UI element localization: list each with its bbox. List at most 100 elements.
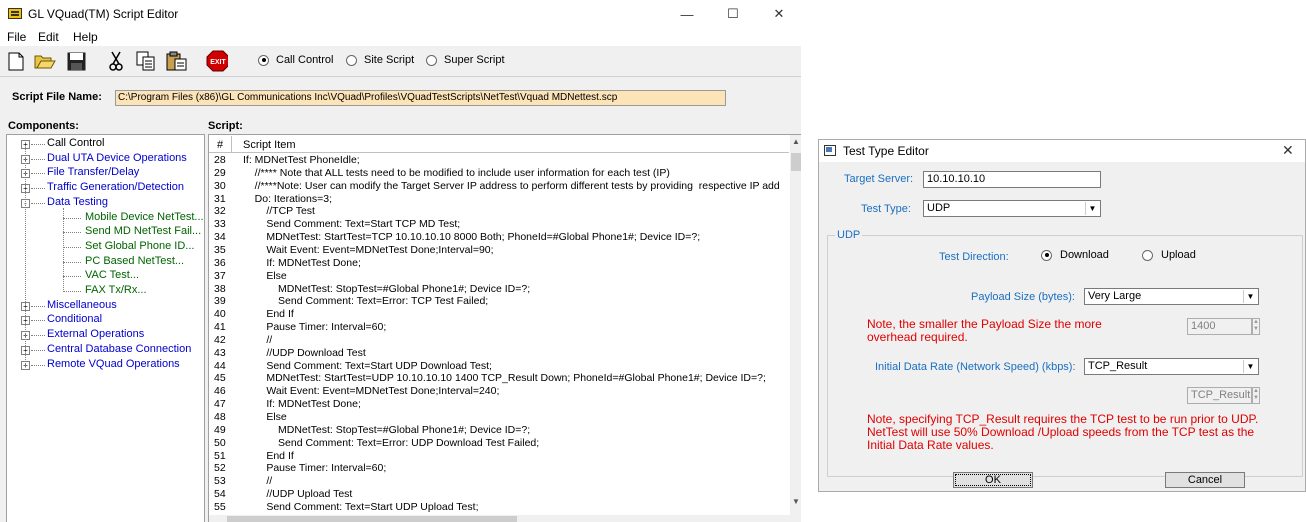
script-row[interactable]: 32 //TCP Test [209, 205, 789, 218]
script-row[interactable]: 28 If: MDNetTest PhoneIdle; [209, 154, 789, 167]
script-row[interactable]: 40 End If [209, 308, 789, 321]
menu-edit[interactable]: Edit [38, 30, 59, 44]
script-row-text: MDNetTest: StopTest=#Global Phone1#; Dev… [243, 423, 531, 436]
script-row-number: 50 [214, 436, 226, 449]
direction-upload[interactable]: Upload [1142, 249, 1196, 261]
script-row[interactable]: 36 If: MDNetTest Done; [209, 257, 789, 270]
hscroll-thumb[interactable] [227, 516, 517, 522]
script-row[interactable]: 51 End If [209, 450, 789, 463]
radio-icon[interactable] [1142, 249, 1153, 261]
script-row[interactable]: 52 Pause Timer: Interval=60; [209, 462, 789, 475]
script-list[interactable]: # Script Item 28 If: MDNetTest PhoneIdle;… [208, 134, 801, 522]
script-row[interactable]: 41 Pause Timer: Interval=60; [209, 321, 789, 334]
script-row[interactable]: 34 MDNetTest: StartTest=TCP 10.10.10.10 … [209, 231, 789, 244]
script-row[interactable]: 38 MDNetTest: StopTest=#Global Phone1#; … [209, 283, 789, 296]
script-row-text: //TCP Test [243, 205, 315, 218]
script-row-text: Wait Event: Event=MDNetTest Done;Interva… [243, 243, 494, 256]
ok-button[interactable]: OK [953, 472, 1033, 488]
script-row-number: 48 [214, 411, 226, 423]
tree-item-label: Central Database Connection [47, 342, 192, 355]
script-row-number: 32 [214, 205, 226, 218]
app-icon [8, 8, 22, 19]
cut-scissors-icon[interactable] [105, 50, 127, 72]
title-bar: GL VQuad(TM) Script Editor — ☐ ✕ [0, 0, 801, 28]
components-tree[interactable]: + Call Control + Dual UTA Device Operations… [6, 134, 205, 522]
script-row-number: 40 [214, 308, 226, 321]
script-row[interactable]: 42 // [209, 334, 789, 347]
script-row-text: MDNetTest: StopTest=#Global Phone1#; Dev… [243, 282, 531, 295]
script-row[interactable]: 37 Else [209, 270, 789, 283]
script-row[interactable]: 44 Send Comment: Text=Start UDP Download… [209, 360, 789, 373]
radio-icon[interactable] [258, 54, 269, 66]
scroll-up-icon[interactable]: ▲ [791, 137, 801, 146]
script-row[interactable]: 49 MDNetTest: StopTest=#Global Phone1#; … [209, 424, 789, 437]
payload-size-value: Very Large [1088, 290, 1142, 302]
script-row-text: Else [243, 269, 287, 282]
script-row[interactable]: 45 MDNetTest: StartTest=UDP 10.10.10.10 … [209, 372, 789, 385]
test-type-select[interactable]: UDP ▼ [923, 200, 1101, 217]
mode-super-script[interactable]: Super Script [426, 54, 505, 66]
minimize-button[interactable]: — [664, 0, 710, 28]
script-row[interactable]: 54 //UDP Upload Test [209, 488, 789, 501]
script-label: Script: [208, 120, 243, 132]
script-row[interactable]: 30 //****Note: User can modify the Targe… [209, 180, 789, 193]
initial-data-rate-select[interactable]: TCP_Result ▼ [1084, 358, 1259, 375]
script-row-text: If: MDNetTest Done; [243, 398, 361, 411]
chevron-down-icon[interactable]: ▼ [1085, 202, 1099, 215]
script-row-number: 49 [214, 423, 226, 436]
script-row[interactable]: 55 Send Comment: Text=Start UDP Upload T… [209, 501, 789, 514]
direction-download[interactable]: Download [1041, 249, 1109, 261]
mode-label: Super Script [444, 54, 505, 66]
script-row[interactable]: 46 Wait Event: Event=MDNetTest Done;Inte… [209, 385, 789, 398]
scroll-thumb[interactable] [791, 153, 801, 171]
script-row[interactable]: 43 //UDP Download Test [209, 347, 789, 360]
mode-call-control[interactable]: Call Control [258, 54, 333, 66]
paste-icon[interactable] [166, 50, 188, 72]
open-folder-icon[interactable] [34, 50, 56, 72]
script-file-name-field[interactable]: C:\Program Files (x86)\GL Communications… [115, 90, 726, 106]
script-row[interactable]: 48 Else [209, 411, 789, 424]
tree-item-label: File Transfer/Delay [47, 166, 140, 179]
script-row-number: 46 [214, 385, 226, 398]
script-file-name-label: Script File Name: [12, 91, 102, 103]
cancel-button[interactable]: Cancel [1165, 472, 1245, 488]
chevron-down-icon[interactable]: ▼ [1243, 290, 1257, 303]
script-row[interactable]: 53 // [209, 475, 789, 488]
dialog-title-bar: Test Type Editor ✕ [819, 140, 1305, 162]
script-row-text: Send Comment: Text=Start UDP Download Te… [243, 359, 492, 372]
scroll-down-icon[interactable]: ▼ [791, 497, 801, 506]
save-disk-icon[interactable] [65, 50, 87, 72]
script-row-number: 44 [214, 359, 226, 372]
exit-button[interactable]: EXIT [206, 50, 228, 72]
payload-size-select[interactable]: Very Large ▼ [1084, 288, 1259, 305]
spinner-arrows-icon: ▲ ▼ [1252, 318, 1260, 335]
column-header-script-item: Script Item [243, 139, 296, 151]
copy-icon[interactable] [135, 50, 157, 72]
script-row[interactable]: 33 Send Comment: Text=Start TCP MD Test; [209, 218, 789, 231]
script-row[interactable]: 35 Wait Event: Event=MDNetTest Done;Inte… [209, 244, 789, 257]
close-button[interactable]: ✕ [756, 0, 801, 28]
script-row[interactable]: 31 Do: Iterations=3; [209, 193, 789, 206]
script-row-text: Pause Timer: Interval=60; [243, 321, 387, 334]
radio-icon[interactable] [426, 54, 437, 66]
script-row[interactable]: 47 If: MDNetTest Done; [209, 398, 789, 411]
test-type-editor-dialog: Test Type Editor ✕ Target Server: 10.10.… [818, 139, 1306, 492]
horizontal-scrollbar[interactable] [209, 515, 801, 522]
new-file-icon[interactable] [5, 50, 27, 72]
maximize-button[interactable]: ☐ [710, 0, 756, 28]
target-server-input[interactable]: 10.10.10.10 [923, 171, 1101, 188]
script-row[interactable]: 39 Send Comment: Text=Error: TCP Test Fa… [209, 295, 789, 308]
mode-site-script[interactable]: Site Script [346, 54, 414, 66]
menu-file[interactable]: File [7, 30, 26, 44]
dialog-close-icon[interactable]: ✕ [1282, 142, 1294, 159]
script-row[interactable]: 50 Send Comment: Text=Error: UDP Downloa… [209, 437, 789, 450]
menu-help[interactable]: Help [73, 30, 98, 44]
radio-icon[interactable] [1041, 249, 1052, 261]
vertical-scrollbar[interactable]: ▲ ▼ [790, 135, 801, 522]
script-row-text: //****Note: User can modify the Target S… [243, 179, 780, 192]
radio-icon[interactable] [346, 54, 357, 66]
script-row-text: If: MDNetTest PhoneIdle; [243, 154, 360, 166]
tree-item-label: Send MD NetTest Fail... [85, 225, 202, 238]
chevron-down-icon[interactable]: ▼ [1243, 360, 1257, 373]
script-row[interactable]: 29 //**** Note that ALL tests need to be… [209, 167, 789, 180]
